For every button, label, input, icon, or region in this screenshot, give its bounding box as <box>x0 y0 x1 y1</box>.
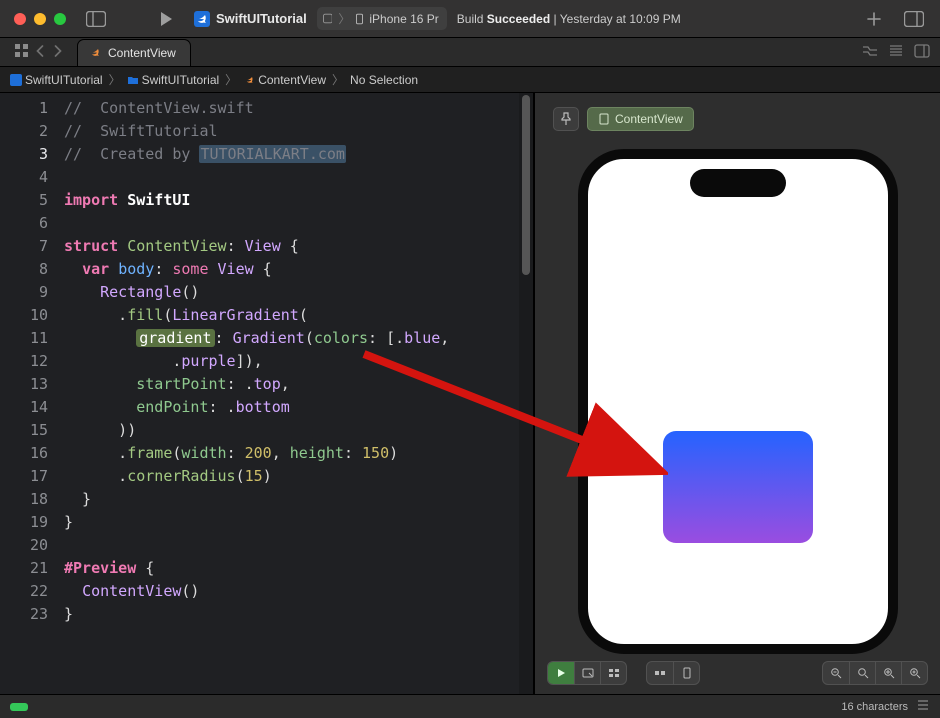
traffic-lights <box>14 13 66 25</box>
chevron-right-icon: 〉 <box>332 71 344 88</box>
breadcrumb[interactable]: SwiftUITutorial 〉 SwiftUITutorial 〉 Cont… <box>0 67 940 93</box>
crumb-folder[interactable]: SwiftUITutorial <box>127 73 220 87</box>
navigator-menu-icon[interactable] <box>14 43 29 61</box>
preview-target-chip[interactable]: ContentView <box>587 107 694 131</box>
device-frame <box>578 149 898 654</box>
status-led <box>10 703 28 711</box>
chevron-right-icon: 〉 <box>225 71 237 88</box>
minimize-window[interactable] <box>34 13 46 25</box>
preview-pane: ContentView <box>533 93 940 694</box>
nav-back-icon[interactable] <box>35 44 46 61</box>
preview-device-button[interactable] <box>673 662 699 684</box>
build-status[interactable]: Build Succeeded | Yesterday at 10:09 PM <box>457 12 681 26</box>
tabbar: ContentView <box>0 38 940 67</box>
zoom-fit-button[interactable] <box>875 662 901 684</box>
zoom-actual-button[interactable] <box>849 662 875 684</box>
titlebar: SwiftUITutorial 〉 iPhone 16 Pr Build Suc… <box>0 0 940 38</box>
crumb-project[interactable]: SwiftUITutorial <box>10 73 103 87</box>
device-settings-button[interactable] <box>647 662 673 684</box>
device-name: iPhone 16 Pr <box>369 12 438 26</box>
selection-count: 16 characters <box>841 701 908 713</box>
variants-button[interactable] <box>600 662 626 684</box>
selectable-preview-button[interactable] <box>574 662 600 684</box>
statusbar: 16 characters <box>0 694 940 718</box>
project-name: SwiftUITutorial <box>216 11 307 26</box>
pin-preview-button[interactable] <box>553 107 579 131</box>
editor-layout-icon[interactable] <box>914 44 930 61</box>
zoom-out-button[interactable] <box>823 662 849 684</box>
adjust-editor-icon[interactable] <box>888 44 904 61</box>
nav-forward-icon[interactable] <box>52 44 63 61</box>
chevron-right-icon: 〉 <box>109 71 121 88</box>
rendered-rectangle <box>663 431 813 543</box>
tab-label: ContentView <box>108 46 176 60</box>
preview-target-label: ContentView <box>615 112 683 126</box>
main-split: 1234567891011121314151617181920212223 //… <box>0 93 940 694</box>
live-preview-button[interactable] <box>548 662 574 684</box>
code-area[interactable]: // ContentView.swift // SwiftTutorial //… <box>58 93 533 694</box>
crumb-file[interactable]: ContentView <box>243 73 326 87</box>
toggle-inspector-icon[interactable] <box>900 11 928 27</box>
toggle-sidebar-icon[interactable] <box>82 11 110 27</box>
zoom-in-button[interactable] <box>901 662 927 684</box>
preview-toolbar <box>535 661 940 685</box>
add-icon[interactable] <box>860 11 888 27</box>
project-title[interactable]: SwiftUITutorial <box>194 11 307 27</box>
code-editor[interactable]: 1234567891011121314151617181920212223 //… <box>0 93 533 694</box>
tab-contentview[interactable]: ContentView <box>77 39 191 66</box>
maximize-window[interactable] <box>54 13 66 25</box>
crumb-selection[interactable]: No Selection <box>350 73 418 87</box>
related-items-icon[interactable] <box>862 44 878 61</box>
outline-icon[interactable] <box>908 699 930 714</box>
line-gutter: 1234567891011121314151617181920212223 <box>0 93 58 694</box>
dynamic-island <box>690 169 786 197</box>
vertical-scrollbar[interactable] <box>519 93 533 694</box>
run-button[interactable] <box>152 11 180 27</box>
close-window[interactable] <box>14 13 26 25</box>
run-destination[interactable]: 〉 iPhone 16 Pr <box>317 7 447 30</box>
